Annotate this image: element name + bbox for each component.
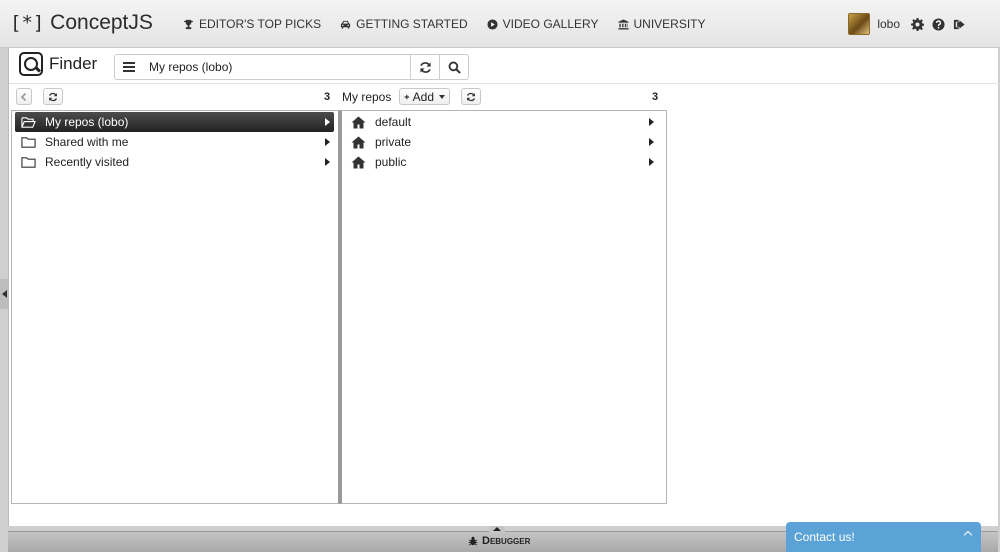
- left-panel-toggle[interactable]: [0, 279, 8, 309]
- trophy-icon: [183, 19, 194, 29]
- back-button[interactable]: [16, 88, 32, 105]
- refresh-icon: [419, 61, 431, 73]
- finder-icon: [19, 52, 43, 76]
- home-icon: [351, 155, 367, 169]
- debugger-toggle[interactable]: Debugger: [468, 535, 530, 547]
- nav-editors-top-picks[interactable]: EDITOR'S TOP PICKS: [183, 17, 321, 31]
- help-icon: [931, 17, 945, 31]
- nav-university[interactable]: UNIVERSITY: [617, 17, 706, 31]
- car-icon: [341, 20, 351, 29]
- nav-getting-started[interactable]: GETTING STARTED: [340, 17, 468, 31]
- finder-panel: Finder My repos (lobo) 3 My repos Add 3: [8, 48, 999, 526]
- brand-mark: [*]: [10, 12, 45, 34]
- username[interactable]: lobo: [877, 17, 900, 31]
- finder-column-2[interactable]: default private public: [340, 110, 667, 504]
- brand-name: ConceptJS: [50, 11, 153, 34]
- header-divider: [9, 83, 999, 84]
- sign-out-button[interactable]: [952, 17, 966, 31]
- current-path[interactable]: My repos (lobo): [143, 55, 410, 79]
- list-item[interactable]: public: [347, 152, 658, 172]
- help-button[interactable]: [931, 17, 945, 31]
- column2-label: My repos: [342, 90, 392, 104]
- list-item-label: public: [375, 155, 407, 169]
- main-nav: EDITOR'S TOP PICKS GETTING STARTED VIDEO…: [183, 17, 706, 31]
- folder-icon: [21, 155, 37, 169]
- gear-icon: [910, 17, 924, 31]
- refresh-icon: [48, 92, 58, 101]
- list-item[interactable]: Recently visited: [15, 152, 334, 172]
- nav-video-gallery[interactable]: VIDEO GALLERY: [487, 17, 599, 31]
- add-button[interactable]: Add: [399, 88, 450, 105]
- list-item-label: My repos (lobo): [45, 115, 129, 129]
- caret-right-icon: [325, 138, 330, 146]
- chevron-up-icon: [963, 530, 973, 540]
- column2-count: 3: [652, 91, 659, 103]
- finder-column-1[interactable]: My repos (lobo) Shared with me Recently …: [11, 110, 340, 504]
- finder-title: Finder: [49, 54, 98, 73]
- search-button[interactable]: [439, 55, 468, 79]
- path-refresh-button[interactable]: [410, 55, 439, 79]
- home-icon: [351, 135, 367, 149]
- column1-count: 3: [324, 91, 331, 103]
- avatar[interactable]: [848, 13, 871, 35]
- list-item-label: private: [375, 135, 412, 149]
- contact-us-label: Contact us!: [794, 530, 855, 544]
- contact-us-widget[interactable]: Contact us!: [786, 522, 981, 552]
- caret-left-icon: [1, 290, 7, 298]
- user-menu: lobo: [848, 13, 966, 35]
- caret-right-icon: [649, 138, 654, 146]
- list-item[interactable]: private: [347, 132, 658, 152]
- list-item[interactable]: default: [347, 112, 658, 132]
- path-menu-button[interactable]: [115, 55, 143, 79]
- sign-out-icon: [953, 19, 965, 29]
- caret-right-icon: [325, 118, 330, 126]
- finder-header: Finder: [19, 52, 97, 76]
- caret-up-icon: [493, 527, 501, 531]
- caret-right-icon: [325, 158, 330, 166]
- top-navbar: [*] ConceptJS EDITOR'S TOP PICKS GETTING…: [0, 0, 1000, 48]
- play-circle-icon: [487, 18, 498, 30]
- chevron-left-icon: [20, 92, 27, 101]
- path-bar: My repos (lobo): [114, 54, 469, 80]
- debugger-label: Debugger: [482, 535, 531, 547]
- search-icon: [448, 61, 461, 74]
- caret-right-icon: [649, 118, 654, 126]
- nav-label: GETTING STARTED: [356, 17, 468, 31]
- list-item[interactable]: Shared with me: [15, 132, 334, 152]
- list-item-label: default: [375, 115, 412, 129]
- list-item[interactable]: My repos (lobo): [15, 112, 334, 132]
- folder-icon: [21, 135, 37, 149]
- refresh-icon: [466, 92, 476, 101]
- debugger-expand-tab[interactable]: [489, 526, 505, 532]
- add-button-label: Add: [412, 89, 434, 104]
- plus-icon: [404, 94, 410, 99]
- home-icon: [351, 115, 367, 129]
- bug-icon: [468, 536, 478, 546]
- caret-down-icon: [439, 94, 445, 99]
- nav-label: EDITOR'S TOP PICKS: [199, 17, 322, 31]
- settings-button[interactable]: [910, 17, 924, 31]
- hamburger-icon: [123, 66, 135, 68]
- list-item-label: Recently visited: [45, 155, 130, 169]
- brand-logo[interactable]: [*] ConceptJS: [10, 11, 153, 35]
- column1-refresh-button[interactable]: [43, 88, 63, 105]
- nav-label: UNIVERSITY: [633, 17, 706, 31]
- column2-refresh-button[interactable]: [461, 88, 481, 105]
- caret-right-icon: [649, 158, 654, 166]
- folder-open-icon: [21, 115, 37, 129]
- list-item-label: Shared with me: [45, 135, 129, 149]
- bank-icon: [617, 18, 629, 30]
- nav-label: VIDEO GALLERY: [502, 17, 599, 31]
